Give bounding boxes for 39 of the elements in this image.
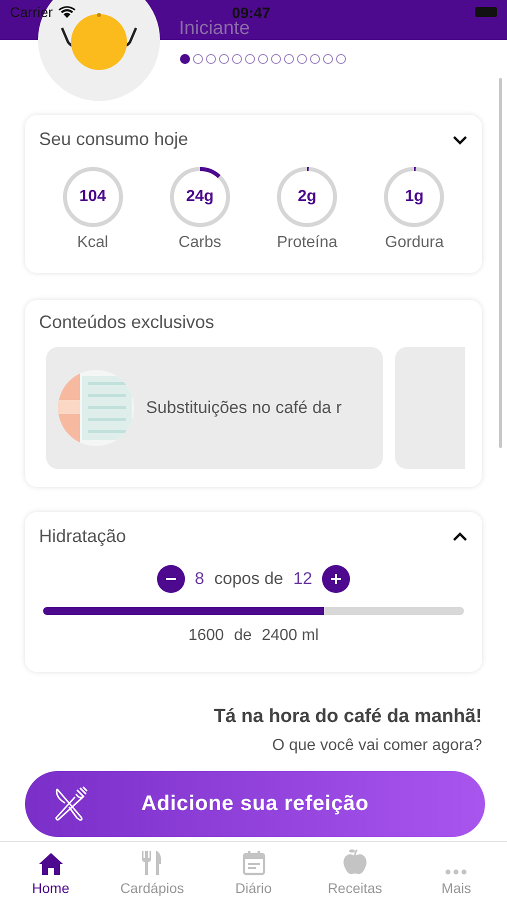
nutrient-value: 2g (296, 187, 318, 207)
minus-button[interactable] (156, 565, 185, 593)
plus-button[interactable] (322, 565, 350, 593)
cups-goal: 12 (293, 569, 312, 589)
article-card[interactable]: Substituições no café da r (46, 347, 383, 469)
nutrient-value: 1g (404, 187, 425, 207)
nutrient-label: Proteína (276, 234, 338, 252)
cups-count: 8 (194, 569, 204, 589)
nutrient-value: 104 (78, 187, 107, 207)
wifi-icon (58, 6, 76, 18)
tab[interactable]: Diário (202, 842, 304, 900)
card-title: Conteúdos exclusivos (39, 312, 214, 332)
knife-fork-icon (53, 785, 89, 823)
minus-icon (166, 578, 176, 580)
more-icon (444, 868, 468, 876)
battery-icon (475, 7, 497, 17)
nutrient-value: 24g (185, 187, 215, 207)
nutrient-label: Kcal (77, 234, 108, 252)
chevron-up-icon[interactable] (452, 530, 468, 542)
tab[interactable]: Cardápios (101, 842, 203, 900)
home-icon (38, 852, 64, 876)
add-meal-button[interactable]: Adicione sua refeição (25, 771, 485, 837)
chevron-down-icon[interactable] (452, 134, 468, 146)
meal-prompt-subtitle: O que você vai comer agora? (271, 737, 482, 755)
tab[interactable]: Receitas (304, 842, 406, 900)
plus-icon (331, 574, 342, 584)
water-amount: 1600 (188, 627, 224, 645)
water-goal: 2400 ml (262, 627, 319, 645)
tab[interactable]: Home (0, 842, 102, 900)
calendar-icon (242, 850, 266, 876)
apple-icon (342, 848, 368, 876)
nutrient-label: Carbs (178, 234, 222, 252)
nutrient-label: Gordura (385, 234, 444, 252)
meal-prompt-title: Tá na hora do café da manhã! (212, 706, 482, 728)
amount-separator: de (234, 627, 252, 645)
cups-label: copos de (214, 569, 284, 589)
tab[interactable]: Mais (406, 842, 507, 900)
card-title: Hidratação (39, 526, 126, 547)
card-title: Seu consumo hoje (39, 129, 188, 150)
